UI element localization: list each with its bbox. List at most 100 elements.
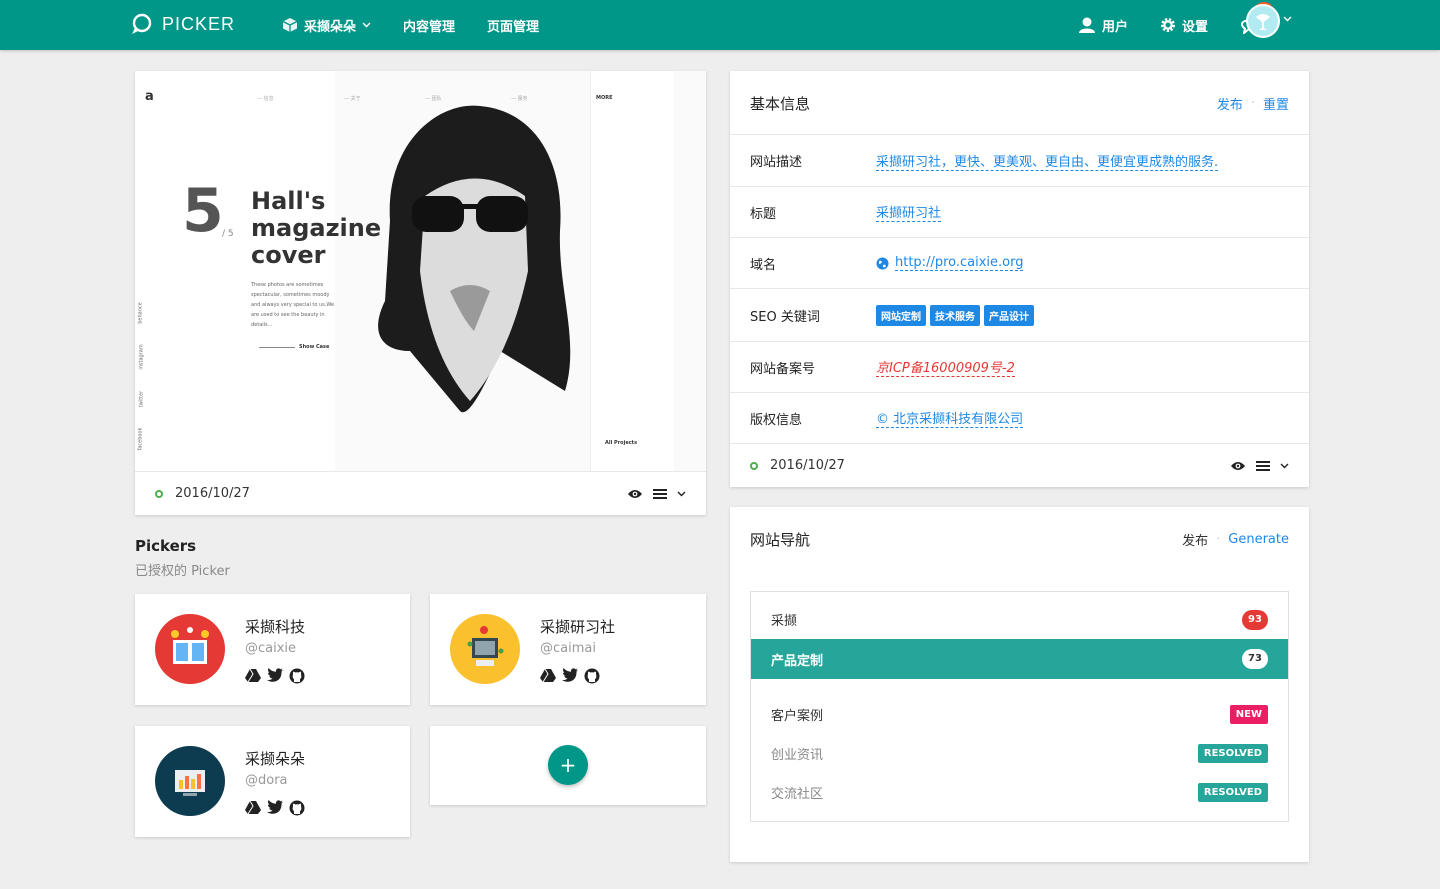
icp-value[interactable]: 京ICP备16000909号-2 xyxy=(876,357,1015,377)
picker-social-icons xyxy=(245,668,305,684)
basic-info-title: 基本信息 xyxy=(750,95,811,113)
info-value: 京ICP备16000909号-2 xyxy=(876,357,1015,377)
list-item-label: 采撷 xyxy=(771,614,798,629)
info-label: 网站描述 xyxy=(750,155,803,170)
list-item-label: 创业资讯 xyxy=(771,748,824,763)
picker-card[interactable]: 采撷朵朵 @dora xyxy=(135,726,410,837)
info-label: 网站备案号 xyxy=(750,361,816,377)
seo-tag[interactable]: 产品设计 xyxy=(984,304,1034,326)
user-menu[interactable]: 用户 xyxy=(1078,16,1128,35)
copyright-value[interactable]: © 北京采撷科技有限公司 xyxy=(876,408,1024,428)
preview-date: 2016/10/27 xyxy=(175,486,250,501)
preview-nav-item: — 信息 xyxy=(257,96,274,102)
nav-item-content[interactable]: 内容管理 xyxy=(403,16,455,35)
picker-avatar xyxy=(155,614,225,684)
preview-all-projects-link: All Projects xyxy=(605,440,638,446)
publish-button[interactable]: 发布 xyxy=(1182,530,1208,549)
pickers-title: Pickers xyxy=(135,537,197,555)
seo-tags: 网站定制 技术服务 产品设计 xyxy=(876,304,1034,326)
title-value[interactable]: 采撷研习社 xyxy=(876,202,942,222)
chevron-down-icon[interactable] xyxy=(677,491,686,497)
preview-right-column xyxy=(590,71,674,471)
seo-tag[interactable]: 技术服务 xyxy=(930,304,980,326)
picker-name: 采撷研习社 xyxy=(540,618,616,636)
seo-tag[interactable]: 网站定制 xyxy=(876,304,926,326)
settings-menu[interactable]: 设置 xyxy=(1160,16,1208,35)
preview-social-link: twitter xyxy=(138,390,145,408)
list-item[interactable]: 创业资讯 RESOLVED xyxy=(751,734,1288,773)
status-badge: NEW xyxy=(1229,705,1268,724)
site-nav-title: 网站导航 xyxy=(750,531,811,549)
logo-text: PICKER xyxy=(162,13,236,34)
list-item-label: 交流社区 xyxy=(771,787,824,802)
list-item-active[interactable]: 产品定制 73 xyxy=(751,639,1288,679)
add-picker-button[interactable]: + xyxy=(548,745,588,785)
preview-showcase-link: Show Case xyxy=(299,344,330,350)
picker-social-icons xyxy=(245,800,305,816)
nav-item-label: 采撷朵朵 xyxy=(304,19,357,35)
info-value: 采撷研习社 xyxy=(876,202,942,222)
site-nav-list: 采撷 93 产品定制 73 客户案例 NEW 创业资讯 RESOLVED 交流社… xyxy=(750,591,1289,822)
github-icon[interactable] xyxy=(289,668,305,684)
info-row-copyright: 版权信息 © 北京采撷科技有限公司 xyxy=(730,392,1309,443)
twitter-icon[interactable] xyxy=(562,668,578,682)
eye-icon[interactable] xyxy=(627,488,643,500)
dashboard-illustration-icon xyxy=(175,770,205,796)
drive-icon[interactable] xyxy=(540,668,556,682)
preview-slide-number: 5 xyxy=(182,176,224,246)
picker-name: 采撷朵朵 xyxy=(245,750,306,768)
info-footer: 2016/10/27 xyxy=(730,443,1309,487)
chevron-down-icon[interactable] xyxy=(1283,16,1292,22)
drive-icon[interactable] xyxy=(245,800,261,814)
picker-card[interactable]: 采撷研习社 @caimai xyxy=(430,594,706,705)
user-menu-label: 用户 xyxy=(1101,19,1128,35)
menu-icon[interactable] xyxy=(1256,460,1270,472)
reset-button[interactable]: 重置 xyxy=(1263,94,1289,113)
eye-icon[interactable] xyxy=(1230,460,1246,472)
preview-left-column xyxy=(135,71,335,471)
settings-label: 设置 xyxy=(1181,19,1208,35)
status-badge: RESOLVED xyxy=(1197,783,1268,802)
workstation-illustration-icon xyxy=(467,626,504,666)
picker-card[interactable]: 采撷科技 @caixie xyxy=(135,594,410,705)
cube-icon xyxy=(282,18,298,32)
gear-icon xyxy=(1160,18,1175,32)
nav-item-dora[interactable]: 采撷朵朵 xyxy=(282,16,371,35)
picker-social-icons xyxy=(540,668,600,684)
drive-icon[interactable] xyxy=(245,668,261,682)
top-navbar: PICKER 采撷朵朵 内容管理 页面管理 用户 设置 2 xyxy=(0,0,1440,50)
nav-item-pages[interactable]: 页面管理 xyxy=(487,16,539,35)
domain-value[interactable]: http://pro.caixie.org xyxy=(895,255,1024,271)
chevron-down-icon[interactable] xyxy=(1280,463,1289,469)
info-row-description: 网站描述 采撷研习社，更快、更美观、更自由、更便宜更成熟的服务. xyxy=(730,134,1309,186)
site-preview-image[interactable]: a — 信息 — 关于 — 团队 — 服务 MORE 5 / 5 Hall's … xyxy=(135,71,706,471)
list-item[interactable]: 客户案例 NEW xyxy=(751,695,1288,734)
info-row-seo: SEO 关键词 网站定制 技术服务 产品设计 xyxy=(730,288,1309,341)
picker-name: 采撷科技 xyxy=(245,618,306,636)
main-nav: 采撷朵朵 内容管理 页面管理 xyxy=(282,0,539,50)
list-item[interactable]: 交流社区 RESOLVED xyxy=(751,773,1288,812)
generate-button[interactable]: Generate xyxy=(1228,532,1289,547)
picker-avatar xyxy=(450,614,520,684)
site-preview-card: a — 信息 — 关于 — 团队 — 服务 MORE 5 / 5 Hall's … xyxy=(135,71,706,515)
picker-handle: @caimai xyxy=(540,641,596,656)
twitter-icon[interactable] xyxy=(267,800,283,814)
twitter-icon[interactable] xyxy=(267,668,283,682)
info-value: 采撷研习社，更快、更美观、更自由、更便宜更成熟的服务. xyxy=(876,151,1219,171)
chat-bubble-logo-icon xyxy=(132,13,152,34)
preview-social-link: facebook xyxy=(137,427,144,451)
avatar[interactable] xyxy=(1246,4,1280,38)
menu-icon[interactable] xyxy=(653,488,667,500)
publish-button[interactable]: 发布 xyxy=(1217,94,1243,113)
list-item-label: 客户案例 xyxy=(771,709,824,724)
description-value[interactable]: 采撷研习社，更快、更美观、更自由、更便宜更成熟的服务. xyxy=(876,151,1219,171)
logo[interactable]: PICKER xyxy=(130,13,235,35)
info-date: 2016/10/27 xyxy=(770,458,845,473)
github-icon[interactable] xyxy=(584,668,600,684)
github-icon[interactable] xyxy=(289,800,305,816)
info-row-title: 标题 采撷研习社 xyxy=(730,186,1309,237)
nav-item-label: 页面管理 xyxy=(487,19,540,35)
list-item[interactable]: 采撷 93 xyxy=(751,600,1288,639)
basic-info-card: 基本信息 发布 · 重置 网站描述 采撷研习社，更快、更美观、更自由、更便宜更成… xyxy=(730,71,1309,487)
info-label: 版权信息 xyxy=(750,412,803,428)
